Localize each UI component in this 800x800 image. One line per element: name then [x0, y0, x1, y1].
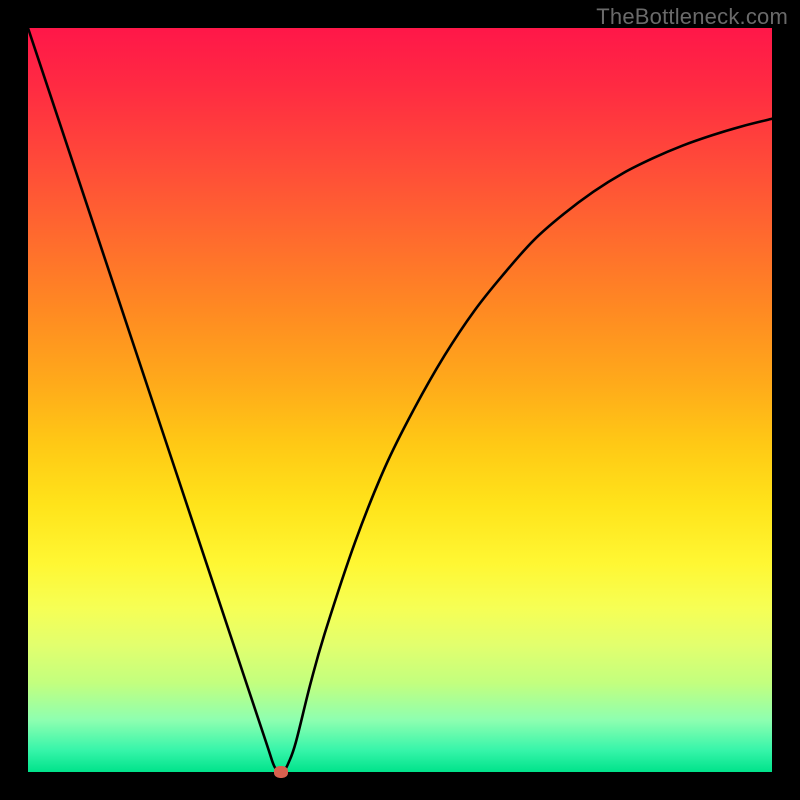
bottleneck-curve-path	[28, 28, 772, 772]
chart-frame: TheBottleneck.com	[0, 0, 800, 800]
plot-area	[28, 28, 772, 772]
watermark-text: TheBottleneck.com	[596, 4, 788, 30]
minimum-marker	[274, 766, 288, 778]
curve-svg	[28, 28, 772, 772]
